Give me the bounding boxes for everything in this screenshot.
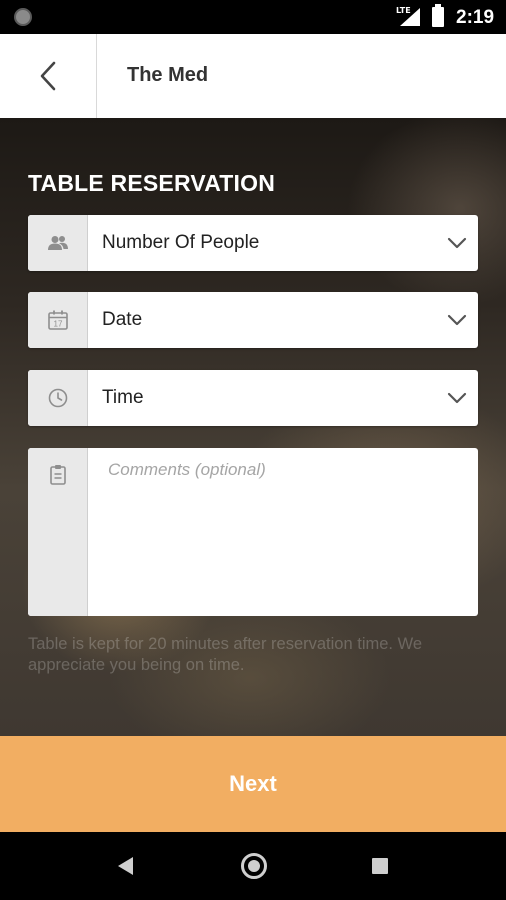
field-icon-cell: 17 — [28, 292, 88, 348]
back-button[interactable] — [0, 34, 97, 118]
date-select[interactable]: 17 Date — [28, 292, 478, 348]
nav-home-icon[interactable] — [241, 853, 267, 879]
chevron-down-icon — [447, 237, 467, 249]
people-icon — [47, 236, 68, 250]
next-button[interactable]: Next — [0, 736, 506, 832]
date-label: Date — [102, 309, 143, 330]
field-icon-cell — [28, 370, 88, 426]
number-of-people-select[interactable]: Number Of People — [28, 215, 478, 271]
field-icon-cell — [28, 448, 88, 616]
dropdown-arrow — [436, 215, 478, 271]
chevron-left-icon — [40, 61, 56, 91]
clock-icon — [48, 388, 67, 408]
chevron-down-icon — [447, 314, 467, 326]
nav-recents-icon[interactable] — [372, 858, 388, 874]
time-select[interactable]: Time — [28, 370, 478, 426]
time-label: Time — [102, 387, 144, 408]
section-title: TABLE RESERVATION — [28, 170, 276, 196]
battery-icon — [432, 4, 444, 27]
field-icon-cell — [28, 215, 88, 271]
notification-dot-icon — [14, 8, 32, 26]
svg-text:17: 17 — [53, 320, 62, 329]
status-bar: LTE 2:19 — [0, 0, 506, 34]
comments-field — [28, 448, 478, 616]
dropdown-arrow — [436, 370, 478, 426]
signal-icon — [400, 8, 420, 26]
calendar-icon: 17 — [47, 310, 68, 330]
reservation-note: Table is kept for 20 minutes after reser… — [28, 635, 423, 674]
dropdown-arrow — [436, 292, 478, 348]
chevron-down-icon — [447, 392, 467, 404]
number-of-people-label: Number Of People — [102, 232, 260, 253]
system-nav-bar — [0, 832, 506, 900]
status-time: 2:19 — [456, 7, 495, 28]
comments-input[interactable] — [88, 448, 478, 616]
nav-back-icon[interactable] — [118, 857, 133, 875]
app-bar: The Med — [0, 34, 506, 118]
clipboard-icon — [49, 465, 66, 485]
page-title: The Med — [127, 64, 209, 86]
reservation-form: TABLE RESERVATION Number Of People 17 Da… — [0, 118, 506, 736]
